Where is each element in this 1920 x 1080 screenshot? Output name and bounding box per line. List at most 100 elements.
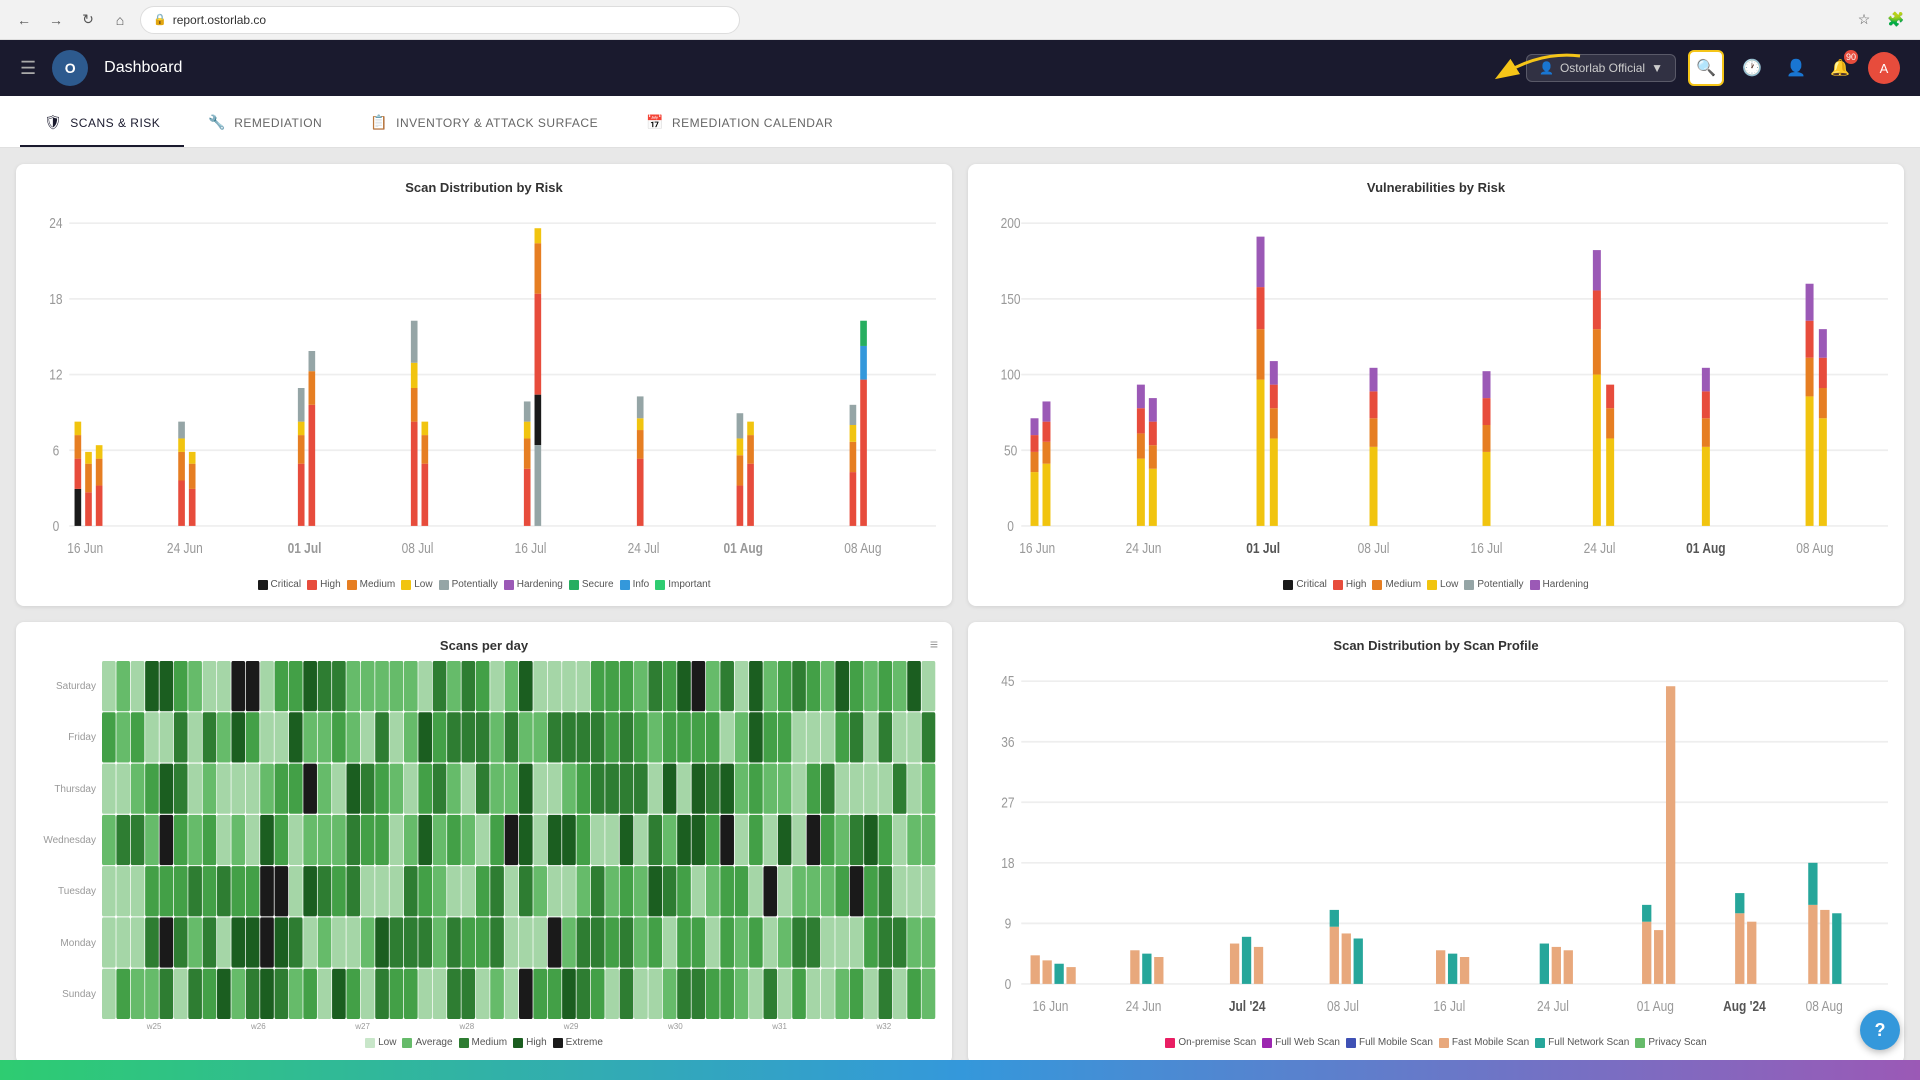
clock-icon[interactable]: 🕐	[1736, 52, 1768, 84]
vulnerabilities-chart: 200 150 100 50 0	[984, 203, 1888, 573]
svg-text:24 Jun: 24 Jun	[1126, 540, 1162, 557]
scan-by-profile-card: Scan Distribution by Scan Profile 45 36 …	[968, 622, 1904, 1064]
extensions-icon[interactable]: 🧩	[1884, 8, 1908, 32]
legend-low: Low	[401, 579, 432, 590]
tab-inventory-label: INVENTORY & ATTACK SURFACE	[396, 116, 598, 130]
svg-text:01 Aug: 01 Aug	[1637, 998, 1674, 1015]
scans-per-day-card: Scans per day ≡ Saturday Friday Thursday…	[16, 622, 952, 1064]
svg-text:50: 50	[1004, 442, 1018, 459]
svg-text:01 Jul: 01 Jul	[1246, 540, 1280, 557]
scans-per-day-chart: Saturday Friday Thursday Wednesday Tuesd…	[32, 661, 936, 1031]
menu-icon[interactable]: ☰	[20, 58, 36, 79]
scan-distribution-title: Scan Distribution by Risk	[32, 180, 936, 195]
day-friday: Friday	[32, 732, 96, 743]
address-bar[interactable]: 🔒 report.ostorlab.co	[140, 6, 740, 34]
scan-distribution-chart: 24 18 12 6 0	[32, 203, 936, 573]
chevron-down-icon: ▼	[1651, 61, 1663, 75]
svg-text:150: 150	[1001, 291, 1021, 308]
scan-distribution-legend: Critical High Medium Low Potentially Har…	[32, 579, 936, 590]
nav-tabs: 🛡 SCANS & RISK 🔧 REMEDIATION 📋 INVENTORY…	[0, 96, 1920, 148]
svg-text:08 Aug: 08 Aug	[844, 540, 881, 557]
browser-chrome: ← → ↻ ⌂ 🔒 report.ostorlab.co ☆ 🧩	[0, 0, 1920, 40]
tab-remediation[interactable]: 🔧 REMEDIATION	[184, 100, 346, 147]
vulnerabilities-title: Vulnerabilities by Risk	[984, 180, 1888, 195]
app-title: Dashboard	[104, 59, 182, 77]
org-name: Ostorlab Official	[1560, 61, 1645, 75]
tab-remediation-label: REMEDIATION	[234, 116, 322, 130]
svg-text:27: 27	[1001, 794, 1014, 811]
svg-text:16 Jun: 16 Jun	[1033, 998, 1069, 1015]
legend-medium: Medium	[347, 579, 396, 590]
reload-button[interactable]: ↻	[76, 8, 100, 32]
svg-text:18: 18	[49, 291, 62, 308]
tab-inventory[interactable]: 📋 INVENTORY & ATTACK SURFACE	[346, 100, 622, 147]
svg-text:08 Jul: 08 Jul	[1358, 540, 1390, 557]
scan-by-profile-title: Scan Distribution by Scan Profile	[984, 638, 1888, 653]
tab-remediation-calendar[interactable]: 📅 REMEDIATION CALENDAR	[622, 100, 857, 147]
scan-distribution-card: Scan Distribution by Risk 24 18 12 6 0	[16, 164, 952, 606]
svg-text:9: 9	[1005, 915, 1012, 932]
calendar-icon: 📋	[370, 114, 388, 131]
svg-text:0: 0	[53, 518, 60, 535]
svg-text:200: 200	[1001, 215, 1021, 232]
legend-important: Important	[655, 579, 710, 590]
scans-per-day-title: Scans per day	[32, 638, 936, 653]
legend-high: High	[307, 579, 341, 590]
svg-text:24: 24	[49, 215, 63, 232]
app-logo: O	[52, 50, 88, 86]
svg-text:16 Jul: 16 Jul	[515, 540, 547, 557]
forward-button[interactable]: →	[44, 8, 68, 32]
svg-text:24 Jun: 24 Jun	[1126, 998, 1162, 1015]
svg-text:01 Jul: 01 Jul	[288, 540, 322, 557]
day-saturday: Saturday	[32, 681, 96, 692]
svg-text:16 Jul: 16 Jul	[1433, 998, 1465, 1015]
svg-text:Aug '24: Aug '24	[1723, 998, 1766, 1015]
svg-text:0: 0	[1007, 518, 1014, 535]
help-button[interactable]: ?	[1860, 1010, 1900, 1050]
tab-scans-risk[interactable]: 🛡 SCANS & RISK	[20, 100, 184, 147]
wrench-icon: 🔧	[208, 114, 226, 131]
menu-dots[interactable]: ≡	[930, 636, 938, 652]
user-icon[interactable]: 👤	[1780, 52, 1812, 84]
main-content: Scan Distribution by Risk 24 18 12 6 0	[0, 148, 1920, 1080]
svg-text:16 Jun: 16 Jun	[1019, 540, 1055, 557]
svg-text:6: 6	[53, 442, 60, 459]
svg-text:08 Aug: 08 Aug	[1806, 998, 1843, 1015]
legend-critical: Critical	[258, 579, 302, 590]
vulnerabilities-legend: Critical High Medium Low Potentially Har…	[984, 579, 1888, 590]
tab-remediation-calendar-label: REMEDIATION CALENDAR	[672, 116, 833, 130]
vuln-legend-low: Low	[1427, 579, 1458, 590]
day-tuesday: Tuesday	[32, 886, 96, 897]
svg-text:Jul '24: Jul '24	[1229, 998, 1266, 1015]
avatar[interactable]: A	[1868, 52, 1900, 84]
day-monday: Monday	[32, 938, 96, 949]
svg-text:24 Jul: 24 Jul	[628, 540, 660, 557]
org-icon: 👤	[1539, 61, 1554, 75]
vuln-legend-medium: Medium	[1372, 579, 1421, 590]
svg-text:08 Aug: 08 Aug	[1796, 540, 1833, 557]
shield-icon: 🛡	[44, 114, 62, 131]
svg-text:36: 36	[1001, 733, 1014, 750]
vuln-legend-critical: Critical	[1283, 579, 1327, 590]
svg-text:16 Jul: 16 Jul	[1471, 540, 1503, 557]
legend-info: Info	[620, 579, 650, 590]
svg-text:08 Jul: 08 Jul	[402, 540, 434, 557]
legend-potentially: Potentially	[439, 579, 498, 590]
svg-text:24 Jul: 24 Jul	[1584, 540, 1616, 557]
search-button[interactable]: 🔍	[1688, 50, 1724, 86]
back-button[interactable]: ←	[12, 8, 36, 32]
bookmark-icon[interactable]: ☆	[1852, 8, 1876, 32]
org-selector[interactable]: 👤 Ostorlab Official ▼	[1526, 54, 1676, 82]
calendar2-icon: 📅	[646, 114, 664, 131]
vuln-legend-high: High	[1333, 579, 1367, 590]
notification-bell[interactable]: 🔔 90	[1824, 52, 1856, 84]
day-thursday: Thursday	[32, 784, 96, 795]
svg-text:18: 18	[1001, 855, 1014, 872]
legend-secure: Secure	[569, 579, 614, 590]
day-wednesday: Wednesday	[32, 835, 96, 846]
home-button[interactable]: ⌂	[108, 8, 132, 32]
scans-per-day-legend: Low Average Medium High Extreme	[32, 1037, 936, 1048]
svg-text:24 Jul: 24 Jul	[1537, 998, 1569, 1015]
svg-text:01 Aug: 01 Aug	[1686, 540, 1725, 557]
search-icon: 🔍	[1696, 58, 1716, 78]
